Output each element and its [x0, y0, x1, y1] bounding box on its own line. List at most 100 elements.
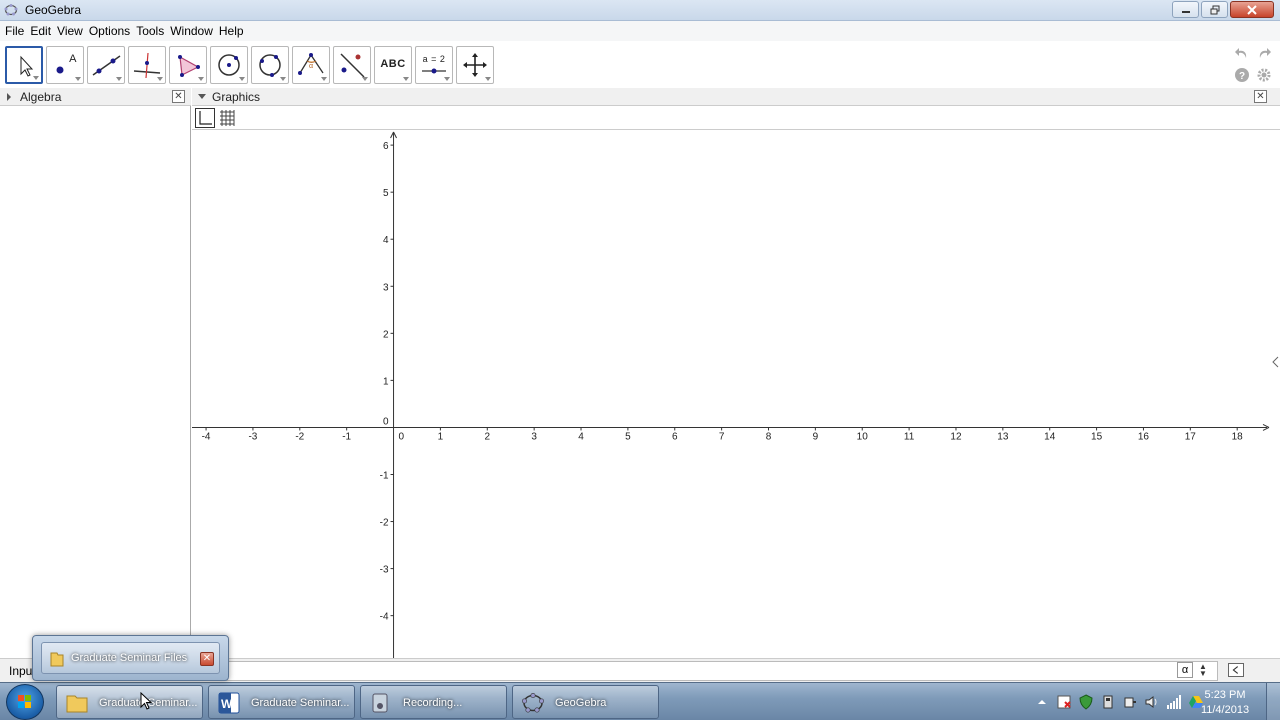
- slider-tool[interactable]: a = 2: [415, 46, 453, 84]
- y-tick-label: 5: [383, 188, 389, 199]
- y-tick-label: -1: [380, 470, 389, 481]
- title-bar: GeoGebra: [0, 0, 1280, 21]
- circle-tool[interactable]: [210, 46, 248, 84]
- algebra-panel-title: Algebra: [20, 90, 62, 104]
- usb-device-icon[interactable]: [1100, 694, 1116, 710]
- angle-tool[interactable]: α: [292, 46, 330, 84]
- x-tick-label: 11: [904, 431, 915, 442]
- volume-speaker-icon[interactable]: [1144, 694, 1160, 710]
- x-tick-label: 3: [531, 431, 537, 442]
- svg-text:W: W: [221, 697, 233, 711]
- algebra-close-button[interactable]: ✕: [172, 90, 185, 103]
- system-tray: [1034, 689, 1204, 715]
- algebra-panel-header: Algebra ✕: [0, 88, 191, 106]
- thumbnail-item[interactable]: Graduate Seminar Files ✕: [41, 642, 220, 674]
- x-tick-label: 15: [1091, 431, 1103, 442]
- input-help-icon[interactable]: [1228, 663, 1244, 677]
- collapse-arrow-icon[interactable]: [198, 94, 206, 99]
- y-tick-label: 3: [383, 282, 389, 293]
- y-tick-label: 1: [383, 376, 389, 387]
- x-tick-label: 12: [950, 431, 962, 442]
- power-plug-icon[interactable]: [1122, 694, 1138, 710]
- show-grid-icon[interactable]: [217, 108, 237, 128]
- polygon-tool[interactable]: [169, 46, 207, 84]
- antivirus-shield-icon[interactable]: [1078, 694, 1094, 710]
- x-tick-label: 10: [857, 431, 869, 442]
- menu-view[interactable]: View: [56, 24, 88, 38]
- x-tick-label: 16: [1138, 431, 1150, 442]
- taskbar-word-label: Graduate Seminar...: [251, 697, 350, 709]
- reflect-tool[interactable]: [333, 46, 371, 84]
- x-tick-label: -3: [248, 431, 257, 442]
- start-button[interactable]: [6, 684, 44, 720]
- clock-date: 11/4/2013: [1200, 704, 1250, 716]
- taskbar-clock[interactable]: 5:23 PM 11/4/2013: [1192, 688, 1258, 718]
- new-point-tool[interactable]: A: [46, 46, 84, 84]
- text-tool[interactable]: ABC: [374, 46, 412, 84]
- thumbnail-label: Graduate Seminar Files: [71, 652, 188, 664]
- x-tick-label: 2: [484, 431, 490, 442]
- x-tick-label: 6: [672, 431, 678, 442]
- symbol-alpha-button[interactable]: α: [1177, 662, 1193, 678]
- perpendicular-line-tool[interactable]: [128, 46, 166, 84]
- close-button[interactable]: [1230, 1, 1274, 18]
- window-title: GeoGebra: [25, 3, 82, 17]
- taskbar-folder-button[interactable]: Graduate Seminar...: [56, 685, 203, 719]
- minimize-button[interactable]: [1172, 1, 1199, 18]
- x-tick-label: 1: [438, 431, 444, 442]
- taskbar-word-button[interactable]: W Graduate Seminar...: [208, 685, 355, 719]
- x-tick-label: 13: [997, 431, 1009, 442]
- algebra-view[interactable]: [0, 106, 191, 658]
- show-axes-icon[interactable]: [195, 108, 215, 128]
- taskbar-geogebra-button[interactable]: GeoGebra: [512, 685, 659, 719]
- x-tick-label: -4: [202, 431, 211, 442]
- graphics-panel-header: Graphics ✕: [192, 88, 1280, 106]
- redo-icon[interactable]: [1256, 45, 1272, 61]
- taskbar: Graduate Seminar... W Graduate Seminar..…: [0, 682, 1280, 720]
- help-icon[interactable]: ?: [1234, 67, 1250, 83]
- menu-edit[interactable]: Edit: [29, 24, 56, 38]
- x-tick-label: 5: [625, 431, 631, 442]
- expand-arrow-icon[interactable]: [7, 93, 11, 101]
- show-hidden-icons-icon[interactable]: [1034, 694, 1050, 710]
- thumbnail-close-button[interactable]: ✕: [200, 652, 214, 666]
- menu-file[interactable]: File: [4, 24, 29, 38]
- menu-help[interactable]: Help: [218, 24, 249, 38]
- y-tick-label: 2: [383, 329, 389, 340]
- x-tick-label: 0: [399, 431, 405, 442]
- history-spinner-icon[interactable]: ▲ ▼: [1199, 663, 1209, 678]
- x-tick-label: 14: [1044, 431, 1056, 442]
- x-tick-label: -1: [342, 431, 351, 442]
- menu-window[interactable]: Window: [169, 24, 218, 38]
- y-tick-label: -2: [380, 518, 389, 529]
- settings-gear-icon[interactable]: [1256, 67, 1272, 83]
- circle-three-points-tool[interactable]: [251, 46, 289, 84]
- restore-button[interactable]: [1201, 1, 1228, 18]
- undo-icon[interactable]: [1234, 45, 1250, 61]
- mouse-cursor-icon: [140, 692, 152, 710]
- text-icon: ABC: [380, 58, 406, 70]
- graphics-style-bar: [192, 106, 1280, 130]
- menu-options[interactable]: Options: [88, 24, 135, 38]
- security-alert-icon[interactable]: [1056, 694, 1072, 710]
- panel-toggle-arrow-icon[interactable]: [1272, 356, 1279, 368]
- network-signal-icon[interactable]: [1166, 694, 1182, 710]
- graphics-close-button[interactable]: ✕: [1254, 90, 1267, 103]
- graphics-panel-title: Graphics: [212, 90, 261, 104]
- move-graphics-tool[interactable]: [456, 46, 494, 84]
- toolbar-right-controls: ?: [1234, 45, 1274, 85]
- x-tick-label: 18: [1232, 431, 1244, 442]
- taskbar-recording-button[interactable]: Recording...: [360, 685, 507, 719]
- menu-tools[interactable]: Tools: [135, 24, 169, 38]
- menu-bar: File Edit View Options Tools Window Help: [0, 21, 1280, 41]
- y-tick-label: 0: [383, 416, 389, 427]
- x-tick-label: 8: [766, 431, 772, 442]
- minimize-icon: [1181, 10, 1190, 13]
- line-tool[interactable]: [87, 46, 125, 84]
- graphics-view[interactable]: -4 -3 -2 -1 0 1 2 3 4 5 6 7 8 9 10 11 12 13 14 15 16 17 18 6 5 4 3…: [192, 131, 1270, 658]
- move-tool[interactable]: [5, 46, 43, 84]
- y-tick-label: -4: [380, 612, 389, 623]
- svg-text:α: α: [309, 63, 313, 70]
- folder-icon: [50, 652, 64, 667]
- show-desktop-button[interactable]: [1266, 683, 1280, 720]
